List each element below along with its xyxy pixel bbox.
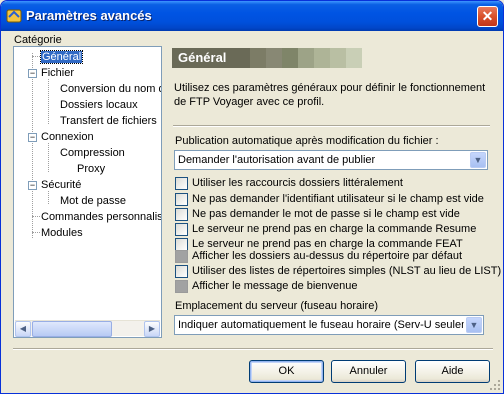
tree-item-connexion[interactable]: Connexion [41,130,94,144]
title-bar[interactable]: Paramètres avancés ✕ [1,1,503,31]
header-swatch [282,48,298,68]
tree-item-mot-de-passe[interactable]: Mot de passe [60,194,126,208]
tree-item-fichier[interactable]: Fichier [41,66,74,80]
tree-item-label: Sécurité [41,179,82,191]
publish-label: Publication automatique après modificati… [175,135,439,147]
tree-connector [48,143,49,172]
tree-item-label: Commandes personnalisées [41,211,161,223]
window-title: Paramètres avancés [26,8,152,23]
tree-item-label: Général [39,50,84,64]
tree-item-compression[interactable]: Compression [60,146,125,160]
tree-item-label: Conversion du nom de [60,83,162,95]
checkbox-disabled [175,280,188,293]
publish-select-value: Demander l'autorisation avant de publier [178,154,376,166]
tree-item-securite[interactable]: Sécurité [41,178,81,192]
resize-grip-icon[interactable] [489,379,501,391]
chevron-down-icon[interactable]: ▼ [470,152,486,168]
tree-item-label: Mot de passe [60,195,127,207]
option-label: Utiliser les raccourcis dossiers littéra… [192,177,403,189]
timezone-select-value: Indiquer automatiquement le fuseau horai… [178,319,464,331]
option-label: Afficher le message de bienvenue [192,280,358,292]
timezone-label: Emplacement du serveur (fuseau horaire) [175,300,378,312]
tree-item-commandes[interactable]: Commandes personnalisées [41,210,161,224]
tree-connector [48,79,49,124]
tree-connector [32,232,40,233]
checkbox[interactable] [175,223,188,236]
ftp-voyager-icon [6,9,22,23]
header-swatch [314,48,330,68]
tree-item-transfert[interactable]: Transfert de fichiers [60,114,157,128]
publish-select[interactable]: Demander l'autorisation avant de publier… [174,150,488,170]
tree-item-dossiers-locaux[interactable]: Dossiers locaux [60,98,138,112]
checkbox[interactable] [175,177,188,190]
tree-item-conversion[interactable]: Conversion du nom de [60,82,162,96]
panel-header: Général [172,48,491,68]
checkbox[interactable] [175,265,188,278]
collapse-icon[interactable]: − [28,69,37,78]
tree-item-proxy[interactable]: Proxy [77,162,105,176]
separator [173,125,490,127]
chevron-down-icon[interactable]: ▼ [466,317,482,333]
tree-item-general[interactable]: Général [39,50,84,64]
checkbox[interactable] [175,193,188,206]
header-swatch [330,48,346,68]
collapse-icon[interactable]: − [28,181,37,190]
close-button[interactable]: ✕ [477,6,498,27]
tree-item-label: Transfert de fichiers [60,115,157,127]
tree-connector [32,216,40,217]
scroll-left-icon[interactable]: ◀ [15,321,31,337]
header-swatch [266,48,282,68]
panel-description: Utilisez ces paramètres généraux pour dé… [174,82,486,108]
header-swatch [362,48,491,68]
scroll-thumb[interactable] [32,321,112,337]
tree-item-modules[interactable]: Modules [41,226,83,240]
tree-connector [48,191,49,204]
tree-connector [32,56,40,57]
collapse-icon[interactable]: − [28,133,37,142]
option-label: Afficher les dossiers au-dessus du réper… [192,250,463,262]
tree-item-label: Proxy [77,163,106,175]
header-swatch [346,48,362,68]
header-swatch [250,48,266,68]
tree-item-label: Fichier [41,67,75,79]
tree-item-label: Modules [41,227,83,239]
tree-item-label: Compression [60,147,125,159]
cancel-button[interactable]: Annuler [331,360,406,383]
advanced-settings-dialog: Paramètres avancés ✕ Catégorie Général −… [0,0,504,394]
timezone-select[interactable]: Indiquer automatiquement le fuseau horai… [174,315,484,335]
ok-button[interactable]: OK [249,360,324,383]
category-label: Catégorie [14,34,62,46]
option-label: Ne pas demander l'identifiant utilisateu… [192,193,484,205]
checkbox[interactable] [175,208,188,221]
separator [13,348,493,350]
header-swatch [298,48,314,68]
help-button[interactable]: Aide [415,360,490,383]
checkbox-disabled [175,250,188,263]
option-label: Le serveur ne prend pas en charge la com… [192,238,463,250]
tree-item-label: Dossiers locaux [60,99,138,111]
tree-horizontal-scrollbar[interactable]: ◀ ▶ [15,320,160,337]
category-tree[interactable]: Général − Fichier Conversion du nom de D… [13,46,162,338]
tree-item-label: Connexion [41,131,94,143]
option-label: Utiliser des listes de répertoires simpl… [192,265,502,277]
tree-connector [32,53,33,238]
option-label: Le serveur ne prend pas en charge la com… [192,223,477,235]
option-label: Ne pas demander le mot de passe si le ch… [192,208,460,220]
scroll-right-icon[interactable]: ▶ [144,321,160,337]
panel-title: Général [178,50,227,65]
